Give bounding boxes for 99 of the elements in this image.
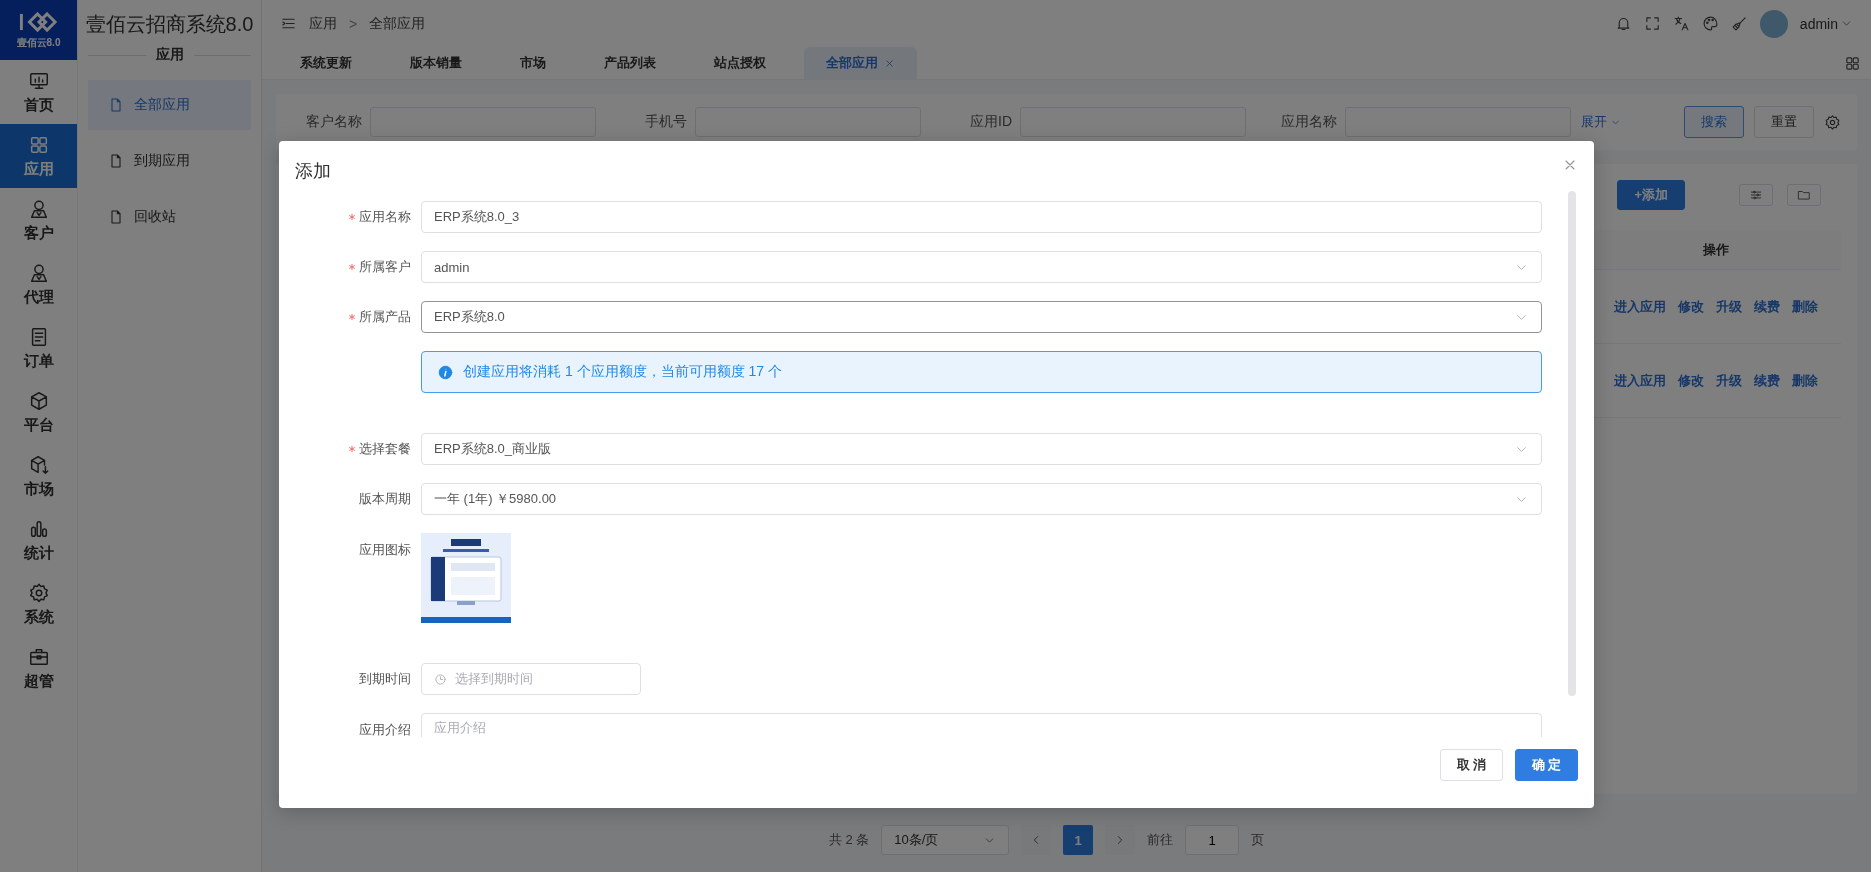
fullscreen-icon[interactable] (1643, 15, 1661, 32)
sidebar-item[interactable]: 全部应用 (88, 80, 251, 130)
nav-item[interactable]: 应用 (0, 124, 77, 188)
action-link[interactable]: 升级 (1716, 297, 1742, 316)
nav-item[interactable]: 订单 (0, 316, 77, 380)
select-field[interactable]: 一年 (1年) ￥5980.00 (421, 483, 1542, 515)
nav-item[interactable]: 首页 (0, 60, 77, 124)
section-heading: 应用 (155, 46, 184, 64)
document-icon (108, 208, 124, 226)
dialog-title: 添加 (295, 160, 331, 183)
column-header: 操作 (1702, 240, 1730, 259)
document-icon (108, 96, 124, 114)
field-label: 应用介绍 (359, 721, 411, 737)
expand-link[interactable]: 展开 (1581, 113, 1621, 131)
field-label: 手机号 (645, 113, 687, 131)
text-input[interactable]: ERP系统8.0_3 (421, 201, 1542, 233)
palette-icon[interactable] (1701, 15, 1719, 32)
nav-label: 平台 (23, 415, 54, 435)
add-button[interactable]: +添加 (1617, 180, 1685, 210)
breadcrumb-item[interactable]: 应用 (309, 14, 337, 33)
select-field[interactable]: admin (421, 251, 1542, 283)
breadcrumb-separator: > (349, 15, 358, 32)
tab[interactable]: 版本销量 (390, 47, 500, 79)
document-icon (108, 152, 124, 170)
tab[interactable]: 全部应用 (804, 47, 917, 79)
action-link[interactable]: 续费 (1754, 371, 1780, 390)
clock-icon (434, 672, 447, 686)
field-label: 所属客户 (359, 258, 411, 276)
field-label: 应用名称 (1281, 113, 1337, 131)
grid-icon[interactable] (1844, 54, 1861, 72)
nav-label: 首页 (23, 95, 54, 115)
folder-button[interactable] (1787, 184, 1821, 206)
action-link[interactable]: 修改 (1678, 297, 1704, 316)
user-menu[interactable]: admin (1799, 15, 1853, 32)
field-label: 版本周期 (359, 490, 411, 508)
nav-label: 订单 (23, 351, 54, 371)
date-picker[interactable]: 选择到期时间 (421, 663, 641, 695)
select-field[interactable]: ERP系统8.0 (421, 301, 1542, 333)
page-input[interactable]: 1 (1185, 825, 1240, 855)
breadcrumb-item[interactable]: 全部应用 (369, 14, 426, 33)
nav-item[interactable]: 平台 (0, 380, 77, 444)
nav-label: 应用 (23, 159, 54, 179)
nav-item[interactable]: 代理 (0, 252, 77, 316)
nav-label: 超管 (23, 671, 54, 691)
column-settings-button[interactable] (1739, 184, 1773, 206)
info-icon (438, 364, 453, 380)
action-link[interactable]: 升级 (1716, 371, 1742, 390)
action-link[interactable]: 进入应用 (1614, 371, 1666, 390)
field-label: 到期时间 (359, 670, 411, 688)
action-link[interactable]: 进入应用 (1614, 297, 1666, 316)
confirm-button[interactable]: 确 定 (1515, 749, 1578, 781)
tab[interactable]: 市场 (500, 47, 584, 79)
tab[interactable]: 系统更新 (280, 47, 390, 79)
tab[interactable]: 站点授权 (694, 47, 804, 79)
broom-icon[interactable] (1730, 15, 1748, 32)
nav-item[interactable]: 市场 (0, 444, 77, 508)
page-suffix: 页 (1251, 831, 1265, 849)
folder-icon (1797, 188, 1811, 202)
page-size-select[interactable]: 10条/页 (881, 825, 1010, 855)
settings-icon[interactable] (1824, 113, 1841, 131)
sidebar-item[interactable]: 到期应用 (88, 136, 251, 186)
page-button[interactable]: 1 (1063, 825, 1094, 855)
sidebar-item[interactable]: 回收站 (88, 192, 251, 242)
nav-label: 市场 (23, 479, 54, 499)
action-link[interactable]: 删除 (1792, 297, 1818, 316)
avatar[interactable] (1759, 9, 1788, 38)
total-count: 共 2 条 (828, 831, 870, 849)
cancel-button[interactable]: 取 消 (1440, 749, 1503, 781)
goto-label: 前往 (1147, 831, 1174, 849)
field-label: 客户名称 (306, 113, 362, 131)
field-label: 应用名称 (359, 208, 411, 226)
app-title: 壹佰云招商系统8.0 (84, 12, 255, 37)
nav-item[interactable]: 统计 (0, 508, 77, 572)
reset-button[interactable]: 重置 (1754, 106, 1814, 138)
nav-label: 系统 (23, 607, 54, 627)
action-link[interactable]: 删除 (1792, 371, 1818, 390)
nav-label: 客户 (23, 223, 54, 243)
sliders-icon (1749, 188, 1763, 202)
alert-text: 创建应用将消耗 1 个应用额度，当前可用额度 17 个 (463, 363, 782, 381)
translate-icon[interactable] (1672, 15, 1690, 32)
nav-label: 代理 (23, 287, 54, 307)
field-label: 应用图标 (359, 541, 411, 559)
action-link[interactable]: 续费 (1754, 297, 1780, 316)
logo-caption: 壹佰云8.0 (16, 36, 61, 50)
nav-item[interactable]: 系统 (0, 572, 77, 636)
image-thumbnail[interactable] (421, 533, 511, 623)
field-label: 所属产品 (359, 308, 411, 326)
nav-label: 统计 (23, 543, 54, 563)
field-label: 应用ID (970, 113, 1012, 131)
tab[interactable]: 产品列表 (584, 47, 694, 79)
close-icon[interactable] (884, 57, 895, 69)
nav-item[interactable]: 客户 (0, 188, 77, 252)
search-button[interactable]: 搜索 (1684, 106, 1744, 138)
action-link[interactable]: 修改 (1678, 371, 1704, 390)
nav-item[interactable]: 超管 (0, 636, 77, 700)
field-label: 选择套餐 (359, 440, 411, 458)
settings-icon (27, 581, 50, 604)
text-area[interactable]: 应用介绍 (421, 713, 1542, 737)
select-field[interactable]: ERP系统8.0_商业版 (421, 433, 1542, 465)
